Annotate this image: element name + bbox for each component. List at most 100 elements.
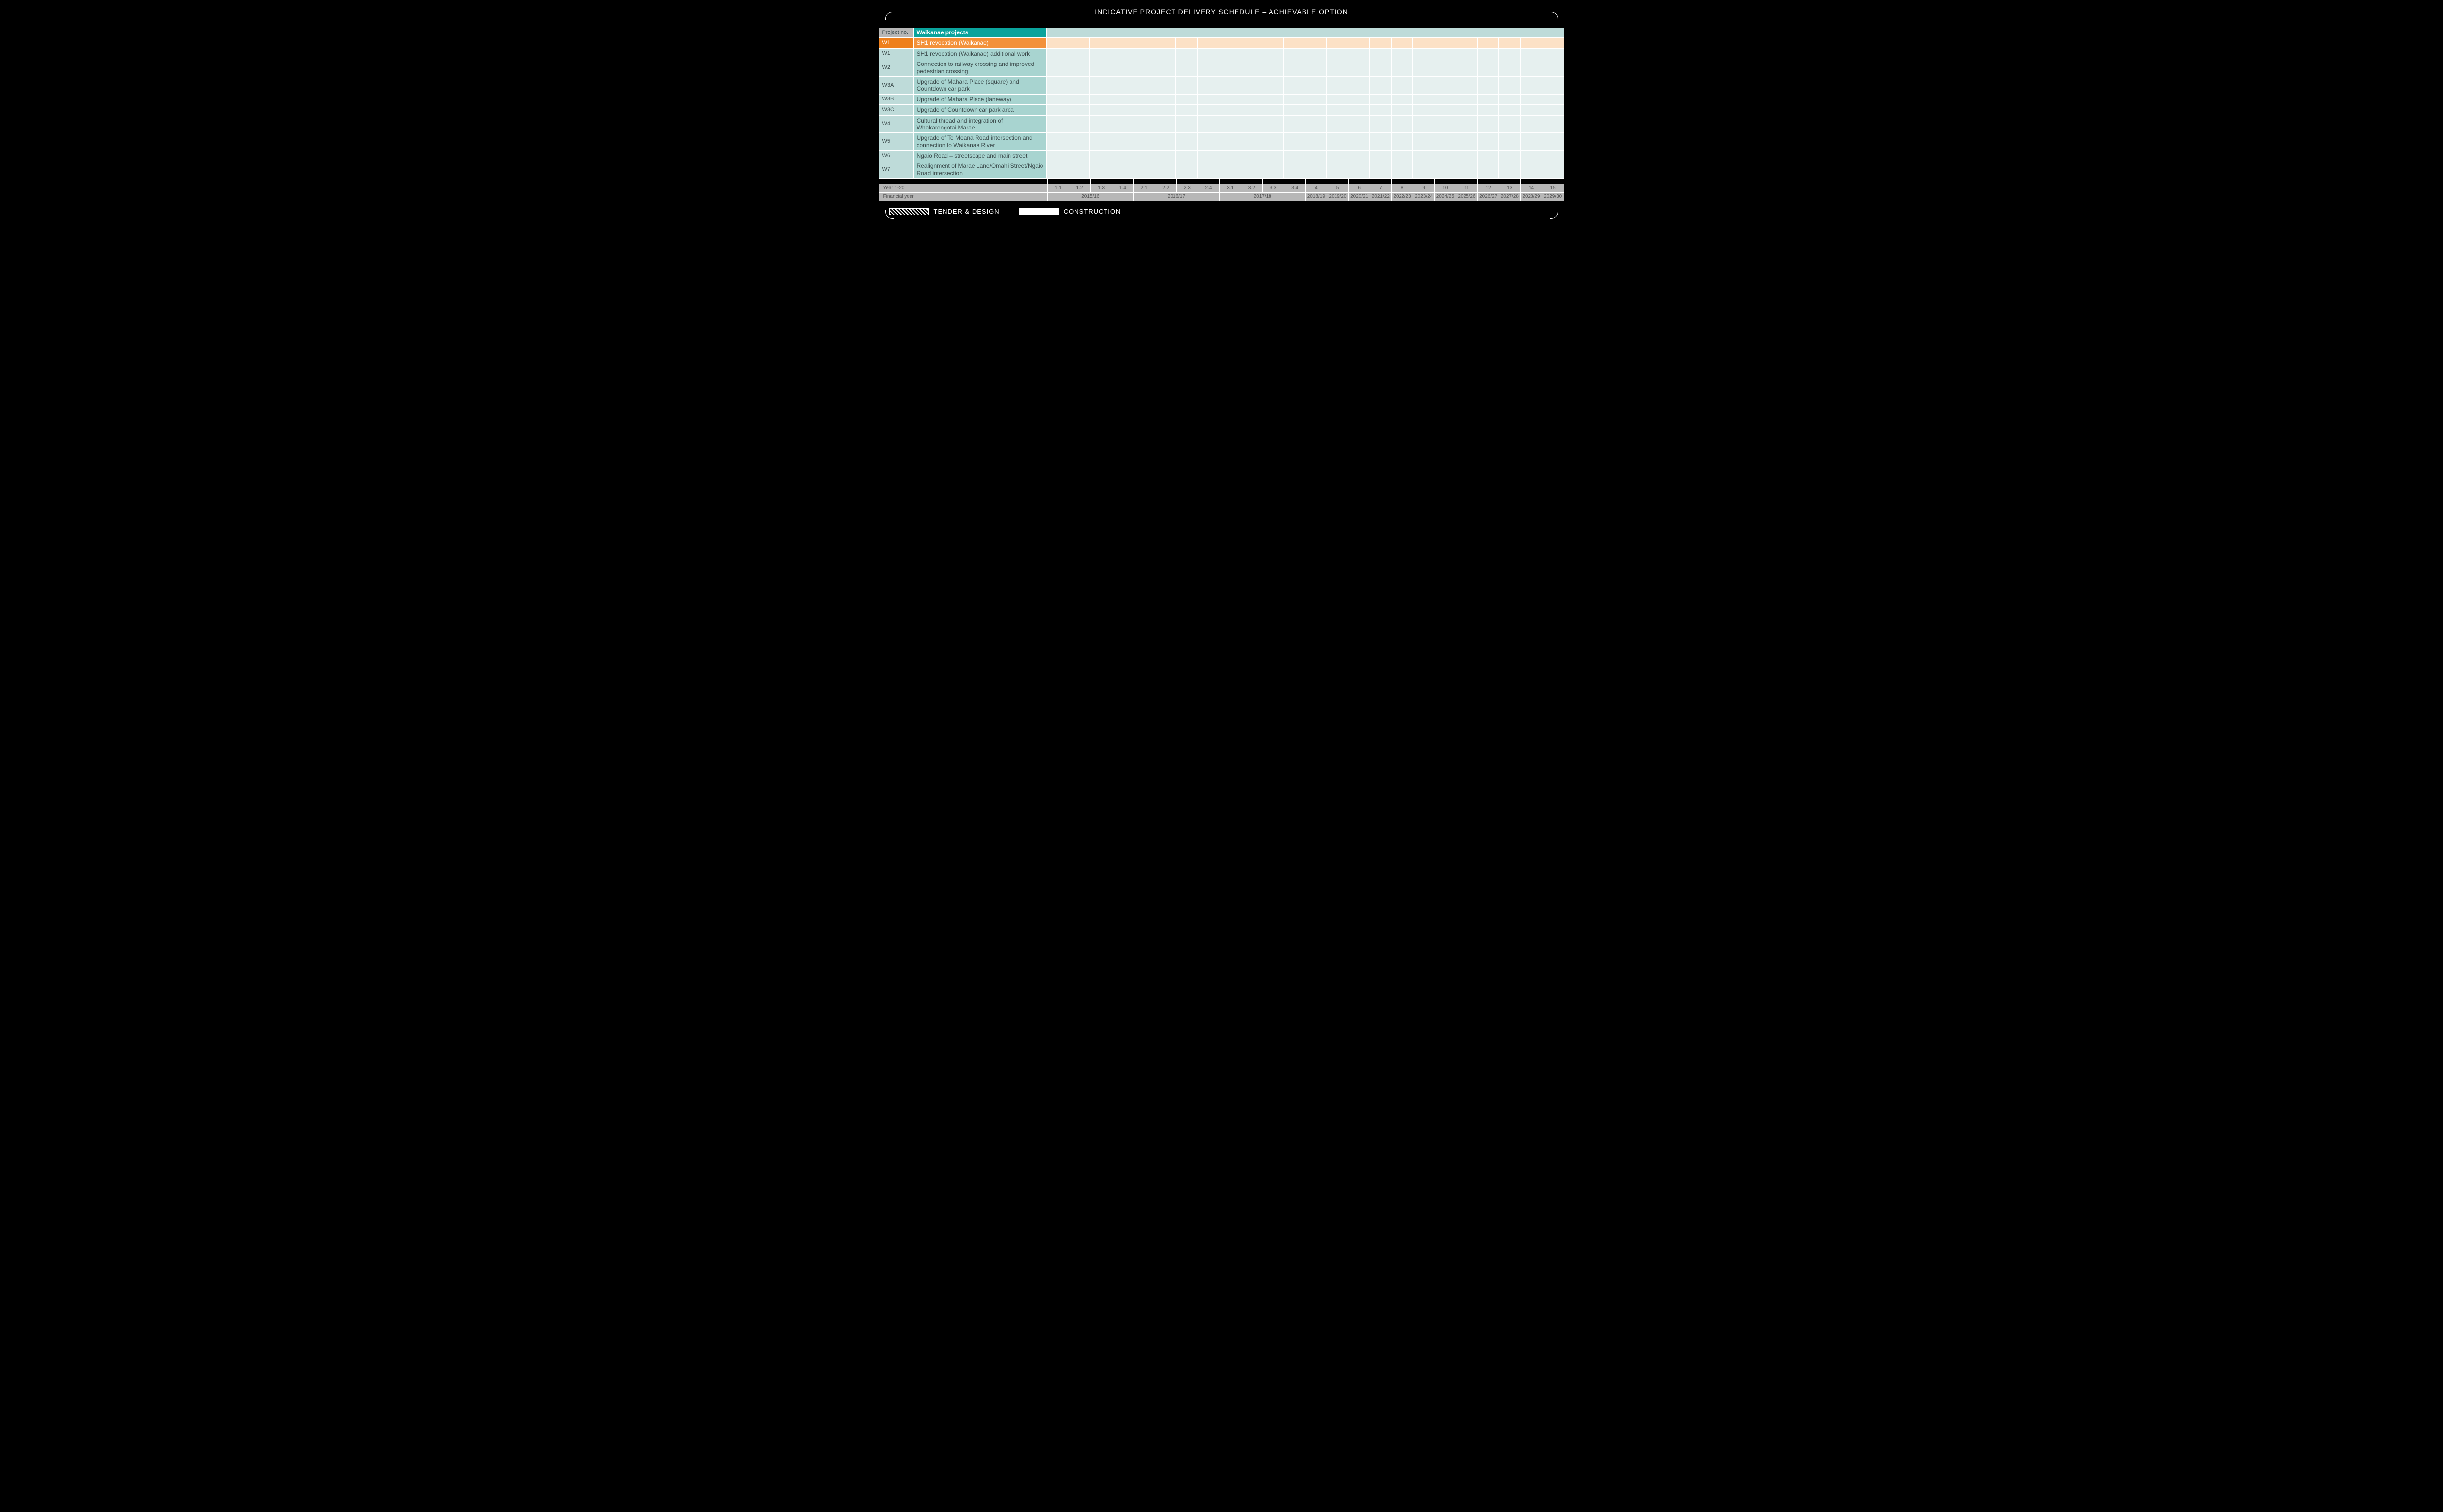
gantt-cell-empty	[1413, 161, 1434, 179]
gantt-cell-empty	[1478, 133, 1499, 151]
gantt-cell-empty	[1434, 133, 1456, 151]
axis-quarter: 3.4	[1284, 184, 1306, 192]
project-name: Ngaio Road – streetscape and main street	[914, 151, 1047, 161]
project-name: Connection to railway crossing and impro…	[914, 59, 1047, 77]
gantt-cell-empty	[1327, 105, 1348, 115]
gantt-cell-construction	[1240, 38, 1262, 48]
gantt-cell-empty	[1434, 59, 1456, 77]
axis-financial-year: 2029/30	[1542, 192, 1564, 201]
axis-quarter: 3.3	[1263, 184, 1284, 192]
gantt-cell-empty	[1370, 151, 1392, 161]
gantt-cell-empty	[1262, 151, 1284, 161]
gantt-cell-empty	[1305, 116, 1327, 133]
gantt-cell-construction	[1176, 59, 1198, 77]
gantt-cell-tender	[1090, 77, 1111, 95]
gantt-cell-empty	[1305, 151, 1327, 161]
axis-financial-year: 2025/26	[1456, 192, 1478, 201]
gantt-cell-empty	[1154, 151, 1176, 161]
gantt-cell-empty	[1478, 161, 1499, 179]
gantt-cell-empty	[1198, 95, 1219, 105]
gantt-cell-empty	[1348, 49, 1370, 59]
gantt-cell-construction	[1370, 116, 1392, 133]
gantt-cell-empty	[1305, 38, 1327, 48]
gantt-cell-empty	[1090, 161, 1111, 179]
gantt-cell-empty	[1392, 133, 1413, 151]
gantt-cell-empty	[1370, 95, 1392, 105]
gantt-cell-empty	[1111, 38, 1133, 48]
gantt-cell-empty	[1521, 38, 1542, 48]
gantt-cell-empty	[1392, 105, 1413, 115]
gantt-cell-tender	[1327, 116, 1348, 133]
gantt-cell-empty	[1305, 95, 1327, 105]
axis-quarter: 10	[1435, 184, 1457, 192]
gantt-cell-empty	[1262, 161, 1284, 179]
gantt-cell-empty	[1154, 49, 1176, 59]
project-row: W6Ngaio Road – streetscape and main stre…	[879, 151, 1564, 161]
gantt-cell-empty	[1392, 49, 1413, 59]
gantt-cell-empty	[1370, 105, 1392, 115]
legend-swatch-construction	[1019, 208, 1059, 215]
gantt-cell-tender	[1047, 105, 1069, 115]
gantt-cell-construction	[1219, 59, 1241, 77]
gantt-cell-tender	[1090, 95, 1111, 105]
gantt-cell-empty	[1456, 133, 1478, 151]
gantt-cell-empty	[1219, 161, 1241, 179]
gantt-cell-empty	[1327, 77, 1348, 95]
gantt-cell-empty	[1499, 77, 1521, 95]
gantt-cell-empty	[1521, 95, 1542, 105]
gantt-cell-construction	[1219, 105, 1241, 115]
gantt-cell-empty	[1370, 161, 1392, 179]
gantt-cell-construction	[1219, 38, 1241, 48]
gantt-cell-empty	[1154, 116, 1176, 133]
project-code: W2	[879, 59, 914, 77]
title-frame: INDICATIVE PROJECT DELIVERY SCHEDULE – A…	[885, 5, 1558, 19]
gantt-cell-construction	[1240, 105, 1262, 115]
gantt-cell-empty	[1284, 133, 1305, 151]
gantt-cell-empty	[1133, 116, 1155, 133]
project-code: W4	[879, 116, 914, 133]
gantt-cell-empty	[1348, 59, 1370, 77]
gantt-cell-empty	[1413, 49, 1434, 59]
gantt-cell-empty	[1305, 59, 1327, 77]
gantt-cell-empty	[1133, 133, 1155, 151]
gantt-cell-empty	[1413, 38, 1434, 48]
gantt-cell-empty	[1240, 49, 1262, 59]
gantt-cell-empty	[1521, 151, 1542, 161]
axis-quarter: 4	[1306, 184, 1328, 192]
project-code: W3A	[879, 77, 914, 95]
project-row: W3CUpgrade of Countdown car park area	[879, 105, 1564, 115]
gantt-cell-empty	[1392, 161, 1413, 179]
gantt-cell-empty	[1456, 49, 1478, 59]
gantt-chart: Project no. Waikanae projects W1SH1 revo…	[879, 28, 1564, 201]
gantt-cell-empty	[1262, 49, 1284, 59]
axis-quarter: 2.2	[1155, 184, 1177, 192]
gantt-cell-tender	[1154, 59, 1176, 77]
gantt-cell-empty	[1499, 38, 1521, 48]
gantt-cell-empty	[1047, 38, 1069, 48]
gantt-cell-empty	[1456, 77, 1478, 95]
gantt-cell-construction	[1413, 151, 1434, 161]
gantt-cell-empty	[1090, 133, 1111, 151]
project-code: W3B	[879, 95, 914, 105]
gantt-cell-empty	[1348, 105, 1370, 115]
axis-financial-year: 2026/27	[1478, 192, 1499, 201]
gantt-cell-empty	[1133, 161, 1155, 179]
gantt-cell-construction	[1133, 77, 1155, 95]
gantt-cell-empty	[1327, 38, 1348, 48]
axis-quarter: 13	[1499, 184, 1521, 192]
gantt-cell-empty	[1542, 49, 1564, 59]
gantt-cell-empty	[1240, 77, 1262, 95]
gantt-cell-empty	[1499, 95, 1521, 105]
axis-quarter: 5	[1327, 184, 1349, 192]
gantt-cell-empty	[1305, 77, 1327, 95]
gantt-cell-construction	[1327, 49, 1348, 59]
gantt-cell-empty	[1413, 77, 1434, 95]
gantt-cell-tender	[1068, 105, 1090, 115]
gantt-cell-empty	[1478, 38, 1499, 48]
axis-financial-year: 2017/18	[1220, 192, 1306, 201]
gantt-cell-empty	[1111, 161, 1133, 179]
gantt-cell-empty	[1090, 49, 1111, 59]
gantt-cell-empty	[1521, 59, 1542, 77]
gantt-cell-empty	[1499, 59, 1521, 77]
gantt-cell-empty	[1047, 133, 1069, 151]
